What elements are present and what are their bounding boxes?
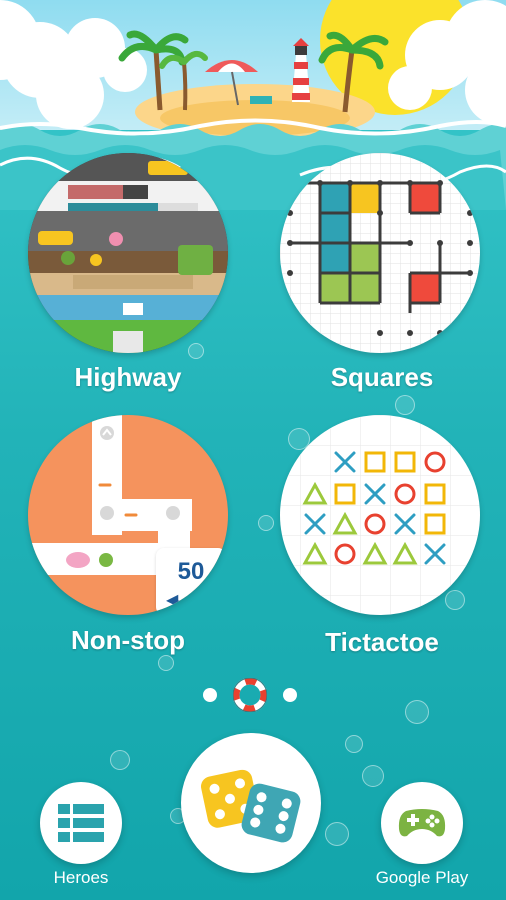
score-value: 50 (177, 558, 205, 585)
bubble-decoration (362, 765, 384, 787)
list-icon (58, 804, 104, 842)
arrow-left-icon: ◀— (166, 592, 195, 609)
bubble-decoration (405, 700, 429, 724)
nonstop-game-tile[interactable]: 50 ◀— —▶ (28, 415, 228, 615)
highway-game-tile[interactable] (28, 153, 228, 353)
nonstop-label[interactable]: Non-stop (18, 625, 238, 656)
bubble-decoration (188, 343, 204, 359)
tictactoe-game-tile[interactable] (280, 415, 480, 615)
page-dot[interactable] (203, 688, 217, 702)
lifebuoy-icon[interactable] (232, 677, 268, 713)
bubble-decoration (158, 655, 174, 671)
google-play-button[interactable] (381, 782, 463, 864)
highway-label[interactable]: Highway (18, 362, 238, 393)
dice-icon (201, 769, 301, 843)
squares-preview-icon (280, 153, 480, 353)
play-button[interactable] (181, 733, 321, 873)
score-card: 50 ◀— —▶ (156, 548, 226, 615)
heroes-button[interactable] (40, 782, 122, 864)
page-dot[interactable] (283, 688, 297, 702)
bubble-decoration (445, 590, 465, 610)
tictactoe-preview-icon (280, 415, 480, 615)
bubble-decoration (395, 395, 415, 415)
lighthouse-icon (292, 38, 310, 102)
arrow-right-icon: —▶ (198, 590, 214, 615)
squares-label[interactable]: Squares (272, 362, 492, 393)
bubble-decoration (345, 735, 363, 753)
squares-game-tile[interactable] (280, 153, 480, 353)
highway-preview-icon (28, 153, 228, 353)
heroes-label[interactable]: Heroes (40, 868, 122, 888)
tictactoe-label[interactable]: Tictactoe (272, 627, 492, 658)
bubble-decoration (110, 750, 130, 770)
bubble-decoration (258, 515, 274, 531)
gamepad-icon (398, 809, 446, 837)
google-play-label[interactable]: Google Play (362, 868, 482, 888)
bubble-decoration (325, 822, 349, 846)
